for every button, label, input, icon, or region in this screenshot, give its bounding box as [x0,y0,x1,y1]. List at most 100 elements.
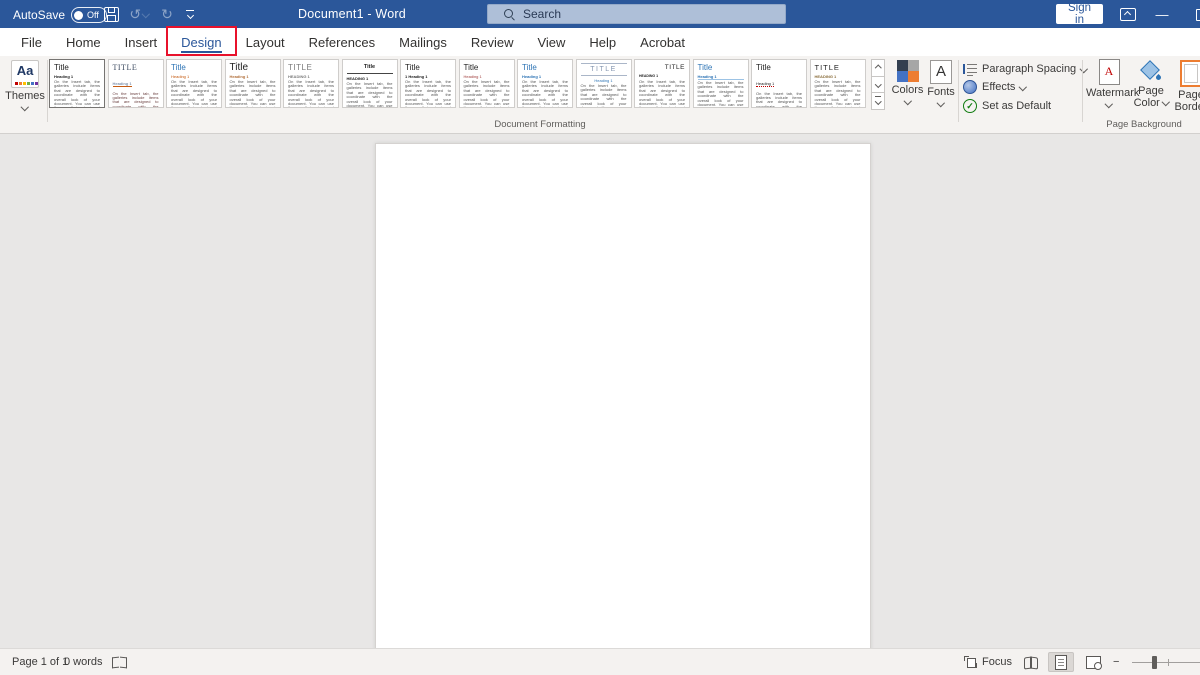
effects-button[interactable]: Effects [963,79,1028,95]
group-label-page-background: Page Background [1106,119,1182,130]
save-icon [103,6,119,22]
tab-review[interactable]: Review [459,28,526,56]
gallery-scroll-up-button[interactable] [871,59,885,77]
tab-home[interactable]: Home [54,28,113,56]
document-canvas-area [0,134,1200,648]
print-layout-button[interactable] [1048,652,1074,672]
watermark-dropdown-icon [1105,99,1113,108]
word-application-window: AutoSave Off ↺ ↻ Document1 - Word Search… [0,0,1200,675]
word-count-indicator[interactable]: 0 words [64,649,103,675]
customize-quick-access-toolbar-button[interactable] [180,0,200,28]
themes-button[interactable]: Aa Themes [4,58,46,128]
style-set-thumbnail[interactable]: TITLE HEADING 1 On the Insert tab, the g… [283,59,339,108]
style-set-gallery: Title Heading 1 On the Insert tab, the g… [49,59,866,110]
minimize-button[interactable]: — [1148,0,1176,28]
tab-view[interactable]: View [525,28,577,56]
page-color-label-line2: Color [1133,97,1160,109]
page-color-label-line1: Page [1138,85,1164,97]
colors-label: Colors [891,84,924,96]
search-placeholder: Search [523,7,562,21]
set-as-default-icon: ✓ [963,99,977,113]
active-tab-underline [181,50,222,53]
style-set-thumbnail[interactable]: Title 1 Heading 1 On the Insert tab, the… [400,59,456,108]
ribbon-display-options-button[interactable] [1114,0,1142,28]
gallery-more-icon [874,97,882,105]
zoom-out-button[interactable]: − [1113,649,1119,675]
style-set-thumbnail[interactable]: Title Heading 1 On the Insert tab, the g… [166,59,222,108]
proofing-status-button[interactable] [112,649,127,675]
effects-icon [963,80,977,94]
style-set-thumbnail[interactable]: TITLE Heading 1 On the Insert tab, the g… [107,59,164,108]
page-borders-icon [1180,60,1200,87]
undo-icon: ↺ [129,5,142,22]
zoom-slider-handle[interactable] [1152,656,1157,669]
sign-in-button[interactable]: Sign in [1056,2,1103,26]
gallery-scroll-down-button[interactable] [871,75,885,94]
document-title: Document1 - Word [298,7,406,21]
tab-file[interactable]: File [9,28,54,56]
paragraph-spacing-label: Paragraph Spacing [982,63,1077,75]
read-mode-button[interactable] [1018,652,1044,672]
ribbon-display-options-icon [1120,7,1136,21]
style-set-thumbnail[interactable]: Title Heading 1 On the Insert tab, the g… [49,59,105,108]
undo-button[interactable]: ↺ [126,0,152,28]
style-set-thumbnail[interactable]: Title Heading 1 On the Insert tab, the g… [692,59,749,108]
style-set-thumbnail[interactable]: Title HEADING 1 On the Insert tab, the g… [341,59,398,108]
watermark-icon: A [1098,59,1120,85]
paragraph-spacing-icon [963,63,977,76]
themes-label: Themes [5,90,45,102]
zoom-slider-track[interactable] [1132,662,1200,663]
ribbon-content: Aa Themes Title Heading 1 On the Insert … [0,56,1200,134]
document-page[interactable] [375,143,871,648]
effects-label: Effects [982,81,1016,93]
page-color-button[interactable]: Page Color [1132,58,1170,128]
group-divider [958,60,959,122]
chevron-up-icon [874,64,882,72]
page-number-indicator[interactable]: Page 1 of 1 [12,649,68,675]
tab-insert[interactable]: Insert [113,28,170,56]
group-divider [47,60,48,122]
style-set-thumbnail[interactable]: Title Heading 1 On the Insert tab, the g… [751,59,807,108]
page-color-dropdown-icon [1161,97,1170,106]
fonts-dropdown-icon [937,98,945,107]
ribbon-tab-row: File Home Insert Design Layout Reference… [0,26,1200,56]
autosave-label: AutoSave [13,8,66,22]
style-set-thumbnail[interactable]: TITLE HEADING 1 On the Insert tab, the g… [634,59,690,108]
redo-icon: ↻ [161,5,173,22]
tab-help[interactable]: Help [577,28,628,56]
read-mode-icon [1024,657,1038,668]
tab-design[interactable]: Design [166,26,237,56]
style-set-thumbnail[interactable]: TITLE HEADING 1 On the Insert tab, the g… [809,59,866,108]
page-borders-label-line1: Page [1178,89,1200,101]
redo-button[interactable]: ↻ [154,0,180,28]
tab-acrobat[interactable]: Acrobat [628,28,697,56]
undo-dropdown-icon [141,10,150,18]
themes-icon: Aa [11,60,39,88]
colors-button[interactable]: Colors [889,58,926,128]
maximize-restore-icon[interactable] [1196,9,1200,21]
tab-references[interactable]: References [297,28,387,56]
gallery-more-button[interactable] [871,92,885,111]
style-set-thumbnail[interactable]: Title Heading 1 On the Insert tab, the g… [517,59,573,108]
style-set-thumbnail[interactable]: Title Heading 1 On the Insert tab, the g… [224,59,281,108]
fonts-button[interactable]: A Fonts [925,58,957,128]
search-input[interactable]: Search [487,4,786,24]
paragraph-spacing-button[interactable]: Paragraph Spacing [963,61,1088,77]
group-divider [1082,60,1083,122]
set-as-default-button[interactable]: ✓ Set as Default [963,98,1051,114]
gallery-scroll-controls [871,59,885,111]
tab-mailings[interactable]: Mailings [387,28,459,56]
colors-dropdown-icon [903,96,912,105]
zoom-slider-notch [1168,659,1169,666]
save-button[interactable] [98,0,124,28]
effects-dropdown-icon [1019,83,1028,91]
tab-layout[interactable]: Layout [234,28,297,56]
focus-mode-button[interactable]: Focus [964,649,1012,675]
style-set-thumbnail[interactable]: Title Heading 1 On the Insert tab, the g… [458,59,515,108]
watermark-button[interactable]: A Watermark [1086,58,1139,128]
chevron-down-icon [874,81,882,88]
style-set-thumbnail[interactable]: TITLE Heading 1 On the Insert tab, the g… [575,59,632,108]
web-layout-button[interactable] [1080,652,1106,672]
search-icon [504,8,515,20]
page-borders-button[interactable]: Page Border [1171,58,1200,128]
